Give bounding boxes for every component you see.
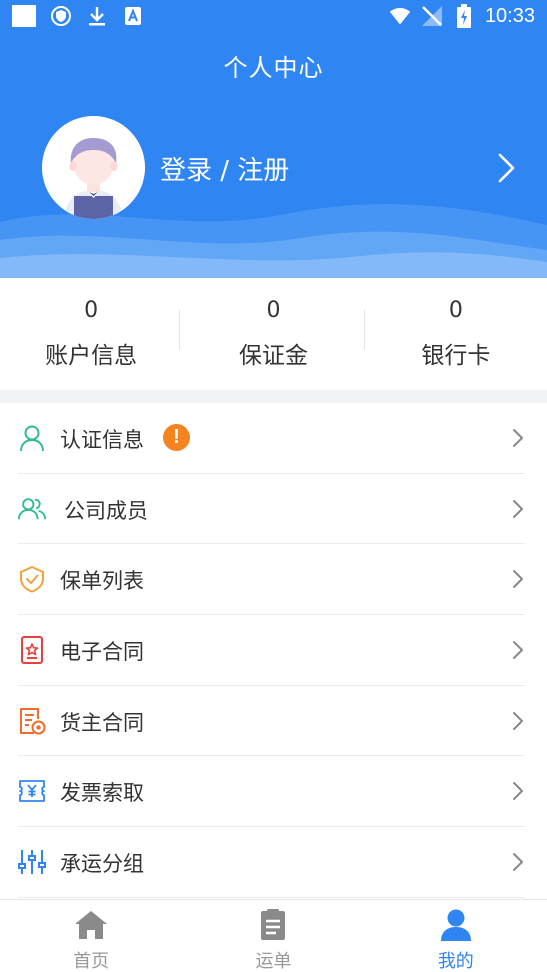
shield-check-icon: [18, 564, 46, 594]
chevron-right-icon: [513, 853, 523, 872]
menu-item-carrier-group[interactable]: 承运分组: [18, 827, 525, 898]
stat-label: 账户信息: [45, 343, 138, 369]
chevron-right-icon: [513, 499, 523, 518]
wifi-icon: [389, 5, 411, 27]
stat-value: 0: [84, 298, 99, 323]
stat-deposit[interactable]: 0 保证金: [182, 278, 364, 390]
clipboard-icon: [261, 909, 286, 940]
shield-status-icon: [50, 5, 72, 27]
chevron-right-icon: [513, 429, 523, 447]
chevron-right-icon: [513, 570, 523, 589]
nav-label: 首页: [73, 951, 110, 972]
bottom-nav: 首页 运单 我的: [0, 899, 547, 972]
download-icon: [86, 5, 108, 27]
avatar-illustration-icon: [42, 116, 145, 219]
user-icon: [440, 909, 471, 941]
stat-bank-card[interactable]: 0 银行卡: [365, 278, 547, 390]
person-icon: [18, 423, 46, 453]
nav-label: 运单: [255, 951, 292, 972]
section-gap: [0, 390, 547, 403]
status-bar: 10:33: [0, 0, 547, 32]
avatar[interactable]: [42, 116, 145, 219]
menu-item-label: 电子合同: [60, 640, 144, 665]
document-badge-icon: [18, 706, 46, 736]
chevron-right-icon: [513, 782, 523, 801]
stat-label: 银行卡: [421, 343, 491, 369]
menu-item-label: 发票索取: [60, 781, 144, 806]
stat-value: 0: [266, 298, 281, 323]
menu-item-policy-list[interactable]: 保单列表: [18, 544, 525, 616]
menu-item-shipper-contract[interactable]: 货主合同: [18, 686, 525, 757]
home-icon: [75, 911, 108, 939]
profile-page: 10:33 个人中心 登录 / 注册 0 账户信息 0 保证金 0 银行卡 认证…: [0, 0, 547, 972]
menu-item-label: 货主合同: [60, 710, 144, 735]
chevron-right-icon: [513, 641, 523, 660]
stats-row: 0 账户信息 0 保证金 0 银行卡: [0, 278, 547, 390]
warning-badge-icon: !: [163, 424, 190, 451]
page-title: 个人中心: [223, 54, 324, 82]
menu-item-label: 公司成员: [64, 498, 148, 523]
sliders-icon: [18, 847, 46, 877]
status-time: 10:33: [484, 4, 535, 27]
invoice-yen-icon: [18, 776, 46, 806]
nav-item-waybill[interactable]: 运单: [182, 900, 364, 972]
nav-item-mine[interactable]: 我的: [365, 900, 547, 972]
app-store-icon: [122, 5, 144, 27]
menu-item-e-contract[interactable]: 电子合同: [18, 615, 525, 686]
stat-account-info[interactable]: 0 账户信息: [0, 278, 182, 390]
stat-divider: [179, 310, 180, 350]
menu-item-label: 认证信息: [60, 428, 144, 452]
notification-square-icon: [12, 5, 36, 27]
menu-item-invoice-request[interactable]: 发票索取: [18, 756, 525, 828]
profile-header: 10:33 个人中心 登录 / 注册: [0, 0, 547, 278]
stat-value: 0: [448, 298, 463, 323]
battery-charging-icon: [453, 4, 475, 28]
nav-item-home[interactable]: 首页: [0, 900, 182, 972]
contract-star-icon: [18, 635, 46, 665]
menu-item-company-members[interactable]: 公司成员: [18, 474, 525, 545]
menu-item-certification[interactable]: 认证信息 !: [18, 403, 525, 474]
nav-label: 我的: [437, 951, 474, 972]
no-signal-icon: [421, 5, 443, 27]
stat-divider: [364, 310, 365, 350]
group-icon: [18, 494, 46, 524]
menu-item-label: 承运分组: [60, 852, 144, 877]
menu-item-label: 保单列表: [60, 569, 144, 594]
chevron-right-icon: [513, 711, 523, 730]
menu-list: 认证信息 ! 公司成员 保单列表 电子合同 货主合同 发票索取 承运分组: [0, 403, 547, 898]
chevron-right-icon[interactable]: [494, 152, 518, 184]
stat-label: 保证金: [238, 343, 308, 369]
login-register-link[interactable]: 登录 / 注册: [160, 150, 289, 187]
